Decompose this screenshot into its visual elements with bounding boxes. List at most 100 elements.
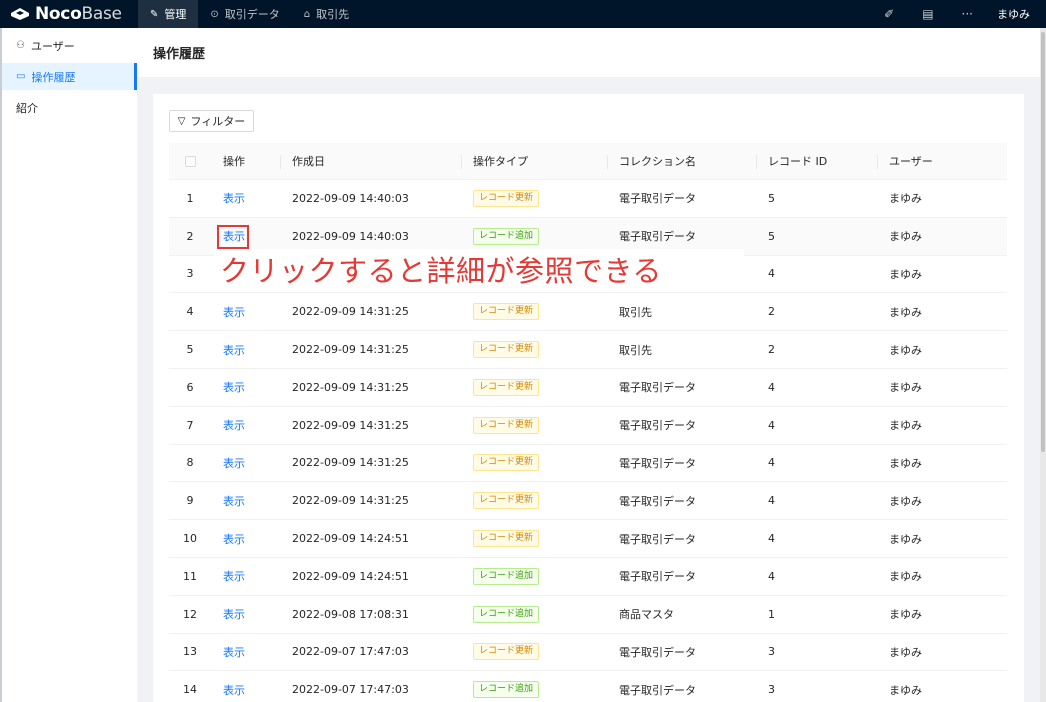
view-link[interactable]: 表示 (223, 493, 245, 509)
topnav-item-admin[interactable]: ✎ 管理 (138, 0, 199, 28)
action-type-tag: レコード更新 (473, 530, 540, 548)
row-action: 表示 (211, 445, 280, 482)
sidebar: ⚇ ユーザー ▭ 操作履歴 紹介 (0, 28, 137, 702)
row-record-id: 4 (768, 456, 775, 470)
row-number: 14 (183, 683, 197, 697)
row-action-type: レコード更新 (461, 445, 607, 482)
row-action: 表示 (211, 634, 280, 671)
row-created-at: 2022-09-09 14:31:25 (292, 380, 409, 394)
view-link[interactable]: 表示 (223, 342, 245, 358)
row-record-id: 4 (768, 494, 775, 508)
topnav-item-transactions[interactable]: ⊙ 取引データ (198, 0, 291, 28)
row-record-id: 3 (768, 683, 775, 697)
row-user: まゆみ (889, 570, 922, 584)
filter-button[interactable]: ▽ フィルター (169, 110, 254, 132)
view-link[interactable]: 表示 (223, 606, 245, 622)
view-link[interactable]: 表示 (223, 568, 245, 584)
view-link[interactable]: 表示 (223, 304, 245, 320)
row-number: 12 (183, 607, 197, 621)
column-header-created-at[interactable]: 作成日 (280, 143, 461, 179)
row-action-type: レコード更新 (461, 369, 607, 406)
row-user: まゆみ (889, 683, 922, 697)
action-type-tag: レコード更新 (473, 341, 540, 359)
row-user: まゆみ (889, 494, 922, 508)
row-collection: 電子取引データ (619, 419, 696, 433)
row-record-id: 2 (768, 305, 775, 319)
row-record-id: 4 (768, 569, 775, 583)
table-row: 6 表示 2022-09-09 14:31:25 レコード更新 電子取引データ 4 まゆみ (169, 369, 1007, 407)
row-record-id: 3 (768, 645, 775, 659)
row-action-type: レコード更新 (461, 482, 607, 519)
row-user: まゆみ (889, 645, 922, 659)
column-header-user[interactable]: ユーザー (877, 143, 1007, 179)
view-link[interactable]: 表示 (223, 455, 245, 471)
row-action: 表示 (211, 558, 280, 595)
action-type-tag: レコード更新 (473, 492, 540, 510)
row-number: 5 (186, 343, 194, 357)
row-action-type: レコード更新 (461, 634, 607, 671)
audit-log-table: 操作 作成日 操作タイプ コレクション名 レコード ID ユーザー 1 表示 202… (169, 143, 1007, 702)
row-number: 13 (183, 645, 197, 659)
row-action: 表示 (211, 369, 280, 406)
action-type-tag: レコード更新 (473, 303, 540, 321)
scrollbar-thumb[interactable] (1041, 32, 1045, 452)
row-created-at: 2022-09-09 14:24:51 (292, 532, 409, 546)
page-title: 操作履歴 (153, 47, 206, 62)
column-header-collection[interactable]: コレクション名 (607, 143, 756, 179)
row-number: 11 (183, 569, 197, 583)
row-created-at: 2022-09-07 17:47:03 (292, 683, 409, 697)
row-user: まゆみ (889, 305, 922, 319)
sidebar-item-label: 紹介 (16, 101, 38, 115)
action-type-tag: レコード更新 (473, 416, 540, 434)
layout-icon[interactable]: ▤ (908, 7, 947, 21)
row-action: 表示 (211, 520, 280, 557)
row-user: まゆみ (889, 608, 922, 622)
filter-icon: ▽ (177, 115, 186, 127)
topnav-label: 管理 (164, 8, 187, 21)
row-record-id: 5 (768, 229, 775, 243)
user-icon: ⚇ (16, 40, 25, 51)
annotation-text: クリックすると詳細が参照できる (220, 254, 662, 288)
sidebar-item-label: 操作履歴 (31, 70, 76, 84)
home-icon: ⌂ (303, 8, 311, 20)
column-header-action: 操作 (223, 155, 245, 168)
row-action-type: レコード更新 (461, 180, 607, 217)
user-menu[interactable]: まゆみ (987, 6, 1046, 22)
logo[interactable]: NocoBase (0, 0, 138, 28)
row-action: 表示 (211, 180, 280, 217)
sidebar-item-audit-log[interactable]: ▭ 操作履歴 (2, 63, 137, 90)
view-link[interactable]: 表示 (223, 682, 245, 698)
row-action: 表示 (211, 596, 280, 633)
view-link[interactable]: 表示 (223, 531, 245, 547)
more-icon[interactable]: ··· (948, 7, 987, 21)
row-created-at: 2022-09-09 14:31:25 (292, 305, 409, 319)
view-link[interactable]: 表示 (223, 379, 245, 395)
gear-icon: ⊙ (210, 8, 219, 20)
row-collection: 商品マスタ (619, 608, 674, 622)
row-collection: 電子取引データ (619, 645, 696, 659)
row-number: 4 (186, 305, 194, 319)
table-row: 13 表示 2022-09-07 17:47:03 レコード更新 電子取引データ 3 まゆみ (169, 634, 1007, 672)
row-record-id: 4 (768, 267, 775, 281)
row-number: 9 (186, 494, 194, 508)
row-action-type: レコード更新 (461, 407, 607, 444)
logo-icon (11, 8, 29, 20)
view-link[interactable]: 表示 (223, 190, 245, 206)
row-user: まゆみ (889, 192, 922, 206)
table-row: 11 表示 2022-09-09 14:24:51 レコード追加 電子取引データ 4 まゆみ (169, 558, 1007, 596)
topnav-item-partners[interactable]: ⌂ 取引先 (292, 0, 361, 28)
sidebar-item-users[interactable]: ⚇ ユーザー (2, 32, 137, 59)
row-action-type: レコード更新 (461, 293, 607, 330)
row-number: 6 (186, 380, 194, 394)
column-header-action-type[interactable]: 操作タイプ (461, 143, 607, 179)
row-created-at: 2022-09-09 14:40:03 (292, 191, 409, 205)
row-user: まゆみ (889, 267, 922, 281)
view-link[interactable]: 表示 (223, 644, 245, 660)
view-link[interactable]: 表示 (223, 417, 245, 433)
sidebar-item-intro[interactable]: 紹介 (2, 94, 137, 121)
pen-icon[interactable]: ✐ (870, 7, 908, 21)
column-header-record-id[interactable]: レコード ID (756, 143, 877, 179)
select-all-checkbox[interactable] (184, 155, 196, 167)
row-record-id: 2 (768, 343, 775, 357)
row-action-type: レコード追加 (461, 558, 607, 595)
